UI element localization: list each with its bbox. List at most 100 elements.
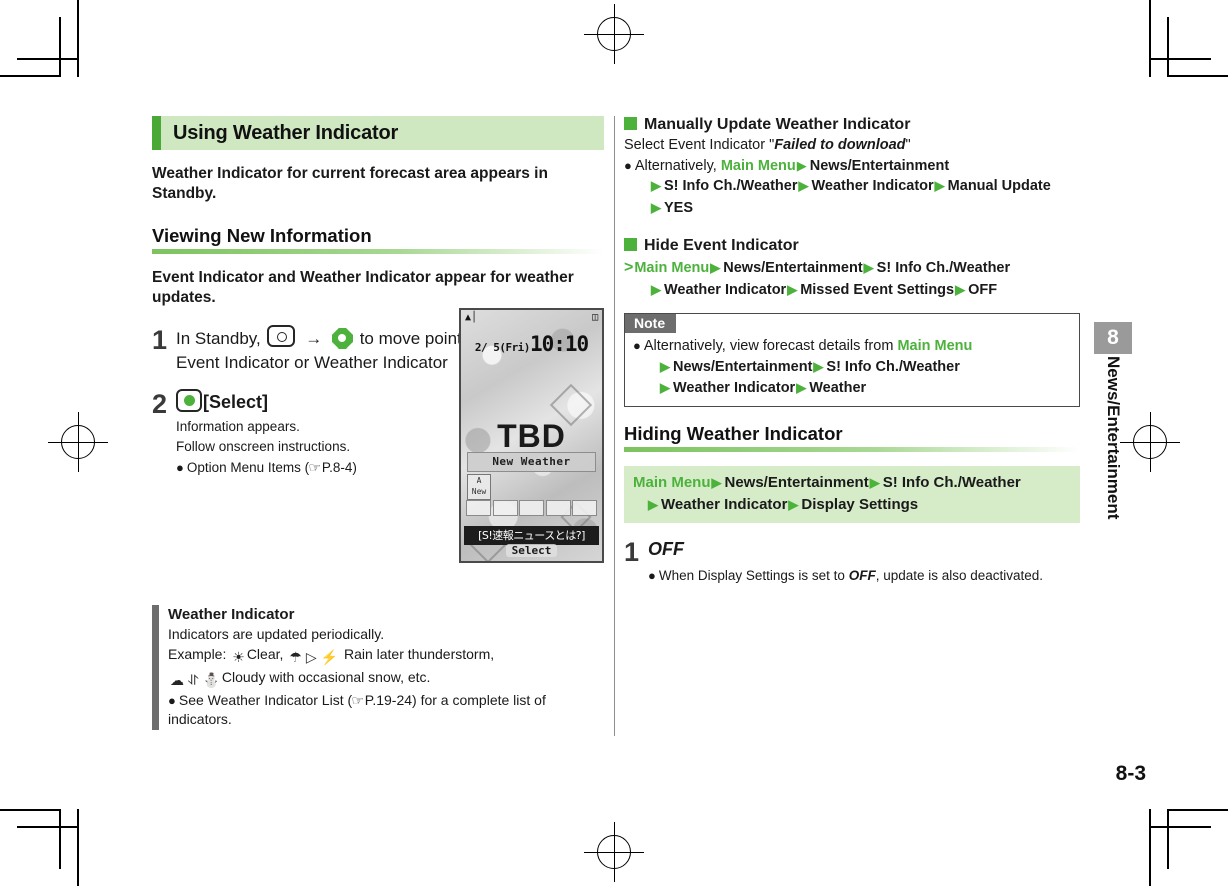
command-path-line-2: ▶ Weather Indicator▶ Display Settings (633, 494, 1071, 516)
manually-update-path-line-3: ▶ YES (624, 198, 1080, 219)
path-news-entertainment-3[interactable]: News/Entertainment (673, 359, 812, 375)
command-path-bar: Main Menu▶ News/Entertainment▶ S! Info Ch.… (624, 466, 1080, 523)
crop-mark-bottom-right-h2 (1151, 826, 1211, 828)
path-arrow-icon-15: ▶ (711, 475, 722, 491)
crop-mark-top-left-v2 (59, 17, 61, 77)
clear-label: Clear, (246, 645, 284, 662)
subsection-title-hiding-weather-indicator: Hiding Weather Indicator (624, 423, 843, 445)
path-main-menu-4[interactable]: Main Menu (633, 474, 711, 491)
path-weather-indicator-3[interactable]: Weather Indicator (673, 380, 795, 396)
shortcut-icon-1[interactable] (466, 500, 491, 516)
path-sinfo-3[interactable]: S! Info Ch./Weather (826, 359, 959, 375)
later-slash-icon: ⥯ (188, 671, 199, 688)
crop-mark-bottom-left-h (0, 809, 60, 811)
crop-mark-bottom-left-v2 (59, 809, 61, 869)
path-weather-indicator-2[interactable]: Weather Indicator (664, 282, 786, 298)
block-manually-update-heading: Manually Update Weather Indicator (624, 116, 1080, 134)
path-main-menu-1[interactable]: Main Menu (721, 158, 796, 174)
hiding-bullet-emph: OFF (848, 568, 876, 584)
chapter-number-tab: 8 (1094, 322, 1132, 354)
crop-mark-top-left-v (77, 0, 79, 77)
crop-mark-top-right-h (1168, 75, 1228, 77)
step-1-text-a: In Standby, (176, 328, 261, 348)
column-divider (614, 116, 615, 736)
hiding-bullet-b: , update is also deactivated. (875, 568, 1044, 584)
path-arrow-icon-10: ▶ (955, 281, 966, 297)
crop-mark-top-left-h2 (17, 58, 77, 60)
crop-mark-bottom-right-v (1149, 809, 1151, 886)
step-1-number: 1 (152, 324, 168, 355)
path-news-entertainment-1[interactable]: News/Entertainment (810, 158, 949, 174)
phone-weather-banner[interactable]: New Weather (467, 452, 596, 472)
weather-indicator-note-line-3: ☁ ⥯ ⛄ Cloudy with occasional snow, etc. (168, 668, 604, 691)
lightning-thunderstorm-icon: ⚡ (320, 648, 339, 665)
path-weather-indicator-4[interactable]: Weather Indicator (661, 496, 787, 513)
path-weather[interactable]: Weather (809, 380, 866, 396)
hiding-step-1-body: OFF ● When Display Settings is set to OFF… (648, 537, 1080, 586)
note-bullet-line-1: ● Alternatively, view forecast details fr… (633, 336, 1071, 357)
path-news-entertainment-2[interactable]: News/Entertainment (723, 260, 862, 276)
shortcut-icon-4[interactable] (545, 500, 571, 516)
path-arrow-icon-11: ▶ (660, 359, 670, 375)
subsection-title-viewing-new-information: Viewing New Information (152, 224, 372, 246)
failed-to-download-emph: Failed to download (774, 137, 906, 153)
hiding-step-1: 1 OFF ● When Display Settings is set to O… (624, 537, 1080, 586)
path-arrow-icon-18: ▶ (788, 496, 799, 512)
arrow-icon-1: → (305, 328, 323, 348)
path-arrow-icon-6: ▶ (710, 260, 721, 276)
step-2-bullet-tail: ) (352, 459, 357, 475)
registration-mark-left (48, 412, 108, 472)
crop-mark-top-left-h (0, 75, 60, 77)
bullet-dot-icon-2: ● (168, 692, 176, 708)
crop-mark-bottom-right-v2 (1167, 809, 1169, 869)
path-sinfo-2[interactable]: S! Info Ch./Weather (877, 260, 1010, 276)
green-square-bullet-icon-2 (624, 238, 637, 252)
phone-date: 2/ 5(Fri) (474, 341, 531, 354)
select-event-prefix: Select Event Indicator " (624, 137, 775, 153)
right-column: Manually Update Weather Indicator Select… (624, 116, 1080, 590)
hide-event-path-line-2: ▶ Weather Indicator▶ Missed Event Settings… (624, 280, 1080, 301)
phone-wallpaper-text: TBD (497, 418, 566, 454)
hiding-step-1-bullet: ● When Display Settings is set to OFF, up… (648, 567, 1080, 586)
phone-softkey-bar: Select (461, 539, 602, 558)
path-display-settings[interactable]: Display Settings (801, 496, 918, 513)
path-weather-indicator-1[interactable]: Weather Indicator (811, 178, 933, 194)
phone-standby-screenshot: ▲│ ◫ 2/ 5(Fri)10:10 TBD New Weather A Ne… (459, 308, 604, 563)
path-manual-update[interactable]: Manual Update (948, 178, 1051, 194)
note-box-body: ● Alternatively, view forecast details fr… (625, 333, 1079, 406)
path-main-menu-3[interactable]: Main Menu (897, 338, 972, 354)
weather-indicator-note-line-1: Indicators are updated periodically. (168, 625, 385, 642)
shortcut-icon-5[interactable] (572, 500, 597, 516)
shortcut-icon-2[interactable] (492, 500, 518, 516)
subsection-subhead: Event Indicator and Weather Indicator ap… (152, 268, 574, 307)
bullet-dot-icon: ● (176, 459, 184, 475)
hiding-step-1-number: 1 (624, 536, 640, 567)
path-off-1[interactable]: OFF (968, 282, 997, 298)
path-arrow-icon-8: ▶ (651, 281, 661, 297)
weather-indicator-note: Weather Indicator Indicators are updated… (152, 605, 604, 731)
later-triangle-icon: ▷ (305, 648, 317, 665)
shortcut-icon-3[interactable] (519, 500, 544, 516)
path-arrow-icon-16: ▶ (869, 475, 880, 491)
path-sinfo-4[interactable]: S! Info Ch./Weather (883, 474, 1021, 491)
path-arrow-icon-7: ▶ (863, 260, 874, 276)
section-header-using-weather-indicator: Using Weather Indicator (152, 116, 604, 150)
path-sinfo-1[interactable]: S! Info Ch./Weather (664, 178, 797, 194)
path-main-menu-2[interactable]: Main Menu (634, 260, 709, 276)
path-arrow-icon-5: ▶ (651, 199, 661, 215)
path-arrow-icon-1: ▶ (796, 157, 807, 173)
block-manually-update-title: Manually Update Weather Indicator (644, 116, 911, 133)
section-header-accent (152, 116, 161, 150)
crop-mark-bottom-left-v (77, 809, 79, 886)
path-missed-event-settings[interactable]: Missed Event Settings (800, 282, 954, 298)
hiding-step-1-label: OFF (648, 538, 684, 559)
phone-softkey-select[interactable]: Select (505, 544, 558, 557)
step-2-label: [Select] (203, 392, 269, 413)
path-yes[interactable]: YES (664, 200, 693, 216)
path-arrow-icon-13: ▶ (660, 380, 670, 396)
phone-new-event-indicator[interactable]: A New (467, 474, 491, 500)
crop-mark-top-right-h2 (1151, 58, 1211, 60)
path-news-entertainment-4[interactable]: News/Entertainment (725, 474, 869, 491)
weather-indicator-note-line-2: Example: ☀ Clear, ☂ ▷ ⚡ Rain later thunders… (168, 645, 604, 668)
select-key-icon (176, 389, 202, 413)
